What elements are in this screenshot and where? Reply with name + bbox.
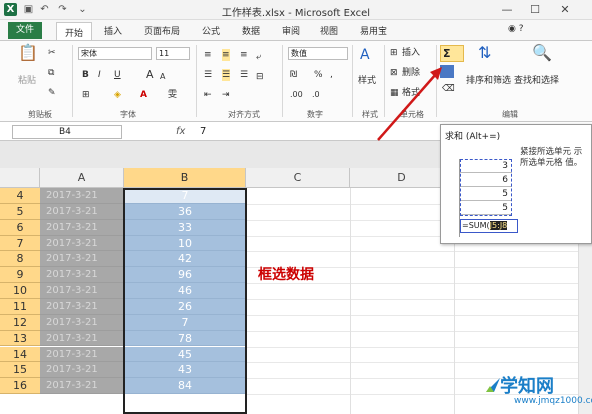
watermark-url: www.jmqz1000.com	[514, 396, 592, 406]
red-arrow-icon	[377, 67, 442, 141]
watermark-text: 学知网	[500, 376, 554, 397]
